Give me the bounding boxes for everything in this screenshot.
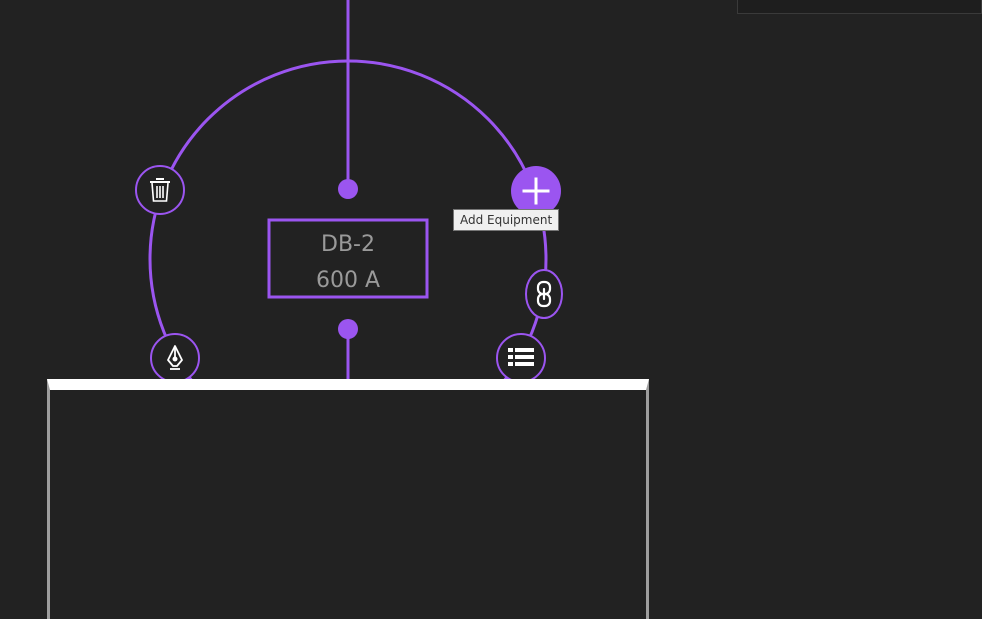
list-icon bbox=[508, 348, 534, 366]
equipment-name: DB-2 bbox=[321, 232, 375, 257]
equipment-rating: 600 A bbox=[316, 268, 380, 293]
edit-button[interactable] bbox=[150, 333, 200, 383]
add-equipment-tooltip: Add Equipment bbox=[453, 209, 560, 231]
list-button[interactable] bbox=[496, 333, 546, 383]
trash-icon bbox=[150, 178, 170, 202]
delete-button[interactable] bbox=[135, 165, 185, 215]
equipment-node[interactable]: DB-2 600 A bbox=[267, 218, 429, 299]
link-button[interactable] bbox=[525, 269, 563, 319]
top-connection-port[interactable] bbox=[338, 179, 358, 199]
bottom-connection-port[interactable] bbox=[338, 319, 358, 339]
diagram-canvas[interactable]: DB-2 600 A Add Equipment bbox=[0, 0, 982, 619]
bottom-panel bbox=[47, 379, 649, 619]
